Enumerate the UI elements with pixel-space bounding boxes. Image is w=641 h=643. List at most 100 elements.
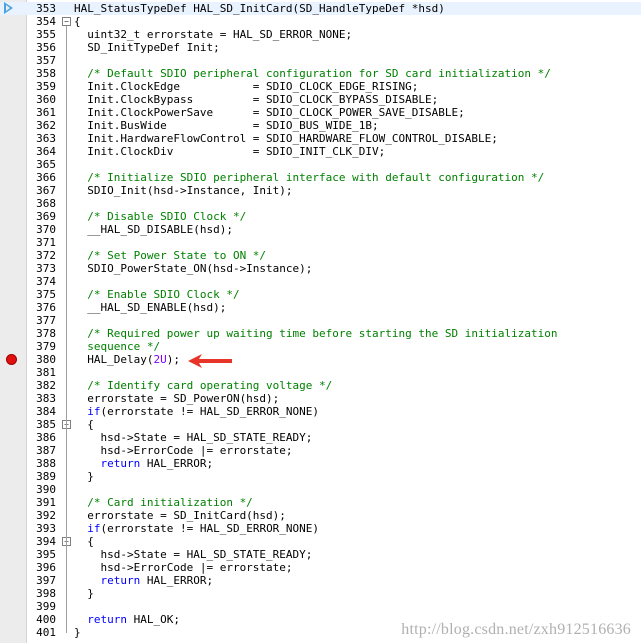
- watermark: http://blog.csdn.net/zxh912516636: [401, 621, 631, 638]
- code-text: Init.ClockBypass = SDIO_CLOCK_BYPASS_DIS…: [74, 93, 438, 106]
- code-line[interactable]: 370 __HAL_SD_DISABLE(hsd);: [0, 223, 641, 236]
- code-token-plain: Init.ClockBypass = SDIO_CLOCK_BYPASS_DIS…: [74, 93, 439, 106]
- fold-guide-line: [66, 26, 67, 633]
- code-line[interactable]: 390: [0, 483, 641, 496]
- code-line[interactable]: 386 hsd->State = HAL_SD_STATE_READY;: [0, 431, 641, 444]
- code-line[interactable]: 363 Init.HardwareFlowControl = SDIO_HARD…: [0, 132, 641, 145]
- code-text: hsd->ErrorCode |= errorstate;: [74, 444, 292, 457]
- code-line[interactable]: 392 errorstate = SD_InitCard(hsd);: [0, 509, 641, 522]
- code-line[interactable]: 375 /* Enable SDIO Clock */: [0, 288, 641, 301]
- code-token-plain: SDIO_Init(hsd->Instance, Init);: [74, 184, 293, 197]
- line-number: 397: [36, 574, 56, 587]
- line-number: 396: [36, 561, 56, 574]
- code-token-keyword: return: [87, 613, 127, 626]
- code-line[interactable]: 355 uint32_t errorstate = HAL_SD_ERROR_N…: [0, 28, 641, 41]
- breakpoint-icon[interactable]: [6, 354, 17, 365]
- code-line[interactable]: 362 Init.BusWide = SDIO_BUS_WIDE_1B;: [0, 119, 641, 132]
- code-token-plain: SDIO_PowerState_ON(hsd->Instance);: [74, 262, 313, 275]
- code-line[interactable]: 379 sequence */: [0, 340, 641, 353]
- code-line[interactable]: 382 /* Identify card operating voltage *…: [0, 379, 641, 392]
- line-number: 364: [36, 145, 56, 158]
- red-arrow-icon: [188, 354, 232, 368]
- code-line[interactable]: 364 Init.ClockDiv = SDIO_INIT_CLK_DIV;: [0, 145, 641, 158]
- code-line[interactable]: 377: [0, 314, 641, 327]
- line-number: 354: [36, 15, 56, 28]
- code-text: SD_InitTypeDef Init;: [74, 41, 219, 54]
- code-line[interactable]: 384 if(errorstate != HAL_SD_ERROR_NONE): [0, 405, 641, 418]
- code-text: Init.HardwareFlowControl = SDIO_HARDWARE…: [74, 132, 498, 145]
- code-token-plain: uint32_t errorstate = HAL_SD_ERROR_NONE;: [74, 28, 353, 41]
- code-line[interactable]: 354−{: [0, 15, 641, 28]
- code-line[interactable]: 372 /* Set Power State to ON */: [0, 249, 641, 262]
- code-token-plain: HAL_ERROR;: [140, 457, 214, 470]
- code-line[interactable]: 367 SDIO_Init(hsd->Instance, Init);: [0, 184, 641, 197]
- code-token-comment: /* Enable SDIO Clock */: [74, 288, 240, 301]
- line-number: 373: [36, 262, 56, 275]
- code-line[interactable]: 361 Init.ClockPowerSave = SDIO_CLOCK_POW…: [0, 106, 641, 119]
- code-line[interactable]: 366 /* Initialize SDIO peripheral interf…: [0, 171, 641, 184]
- code-line[interactable]: 396 hsd->ErrorCode |= errorstate;: [0, 561, 641, 574]
- line-number: 368: [36, 197, 56, 210]
- code-line[interactable]: 399: [0, 600, 641, 613]
- line-number: 362: [36, 119, 56, 132]
- code-text: if(errorstate != HAL_SD_ERROR_NONE): [74, 405, 319, 418]
- code-line[interactable]: 353 HAL_StatusTypeDef HAL_SD_InitCard(SD_…: [0, 2, 641, 15]
- code-line[interactable]: 383 errorstate = SD_PowerON(hsd);: [0, 392, 641, 405]
- code-token-comment: /* Required power up waiting time before…: [74, 327, 558, 340]
- code-token-number: 2U: [153, 353, 167, 366]
- code-line[interactable]: 397 return HAL_ERROR;: [0, 574, 641, 587]
- fold-toggle-icon[interactable]: −: [62, 17, 71, 26]
- code-line[interactable]: 365: [0, 158, 641, 171]
- code-editor[interactable]: 353 HAL_StatusTypeDef HAL_SD_InitCard(SD_…: [0, 0, 641, 643]
- code-line[interactable]: 376 __HAL_SD_ENABLE(hsd);: [0, 301, 641, 314]
- code-line[interactable]: 394− {: [0, 535, 641, 548]
- line-number: 372: [36, 249, 56, 262]
- code-token-comment: /* Disable SDIO Clock */: [74, 210, 247, 223]
- code-line[interactable]: 359 Init.ClockEdge = SDIO_CLOCK_EDGE_RIS…: [0, 80, 641, 93]
- code-line[interactable]: 357: [0, 54, 641, 67]
- code-token-plain: }: [74, 587, 94, 600]
- line-number: 359: [36, 80, 56, 93]
- code-line[interactable]: 381: [0, 366, 641, 379]
- code-token-plain: HAL_Delay(: [74, 353, 154, 366]
- line-number: 386: [36, 431, 56, 444]
- code-line[interactable]: 368: [0, 197, 641, 210]
- code-line[interactable]: 385− {: [0, 418, 641, 431]
- code-line[interactable]: 398 }: [0, 587, 641, 600]
- code-token-plain: Init.BusWide = SDIO_BUS_WIDE_1B;: [74, 119, 379, 132]
- code-line[interactable]: 371: [0, 236, 641, 249]
- code-token-keyword: if: [87, 522, 101, 535]
- code-line[interactable]: 380 HAL_Delay(2U);: [0, 353, 641, 366]
- line-number: 369: [36, 210, 56, 223]
- code-line[interactable]: 374: [0, 275, 641, 288]
- code-line[interactable]: 388 return HAL_ERROR;: [0, 457, 641, 470]
- code-line[interactable]: 391 /* Card initialization */: [0, 496, 641, 509]
- code-text: hsd->State = HAL_SD_STATE_READY;: [74, 548, 312, 561]
- code-line[interactable]: 369 /* Disable SDIO Clock */: [0, 210, 641, 223]
- code-line[interactable]: 378 /* Required power up waiting time be…: [0, 327, 641, 340]
- code-line[interactable]: 356 SD_InitTypeDef Init;: [0, 41, 641, 54]
- code-line[interactable]: 393 if(errorstate != HAL_SD_ERROR_NONE): [0, 522, 641, 535]
- code-token-comment: /* Default SDIO peripheral configuration…: [74, 67, 551, 80]
- code-line[interactable]: 373 SDIO_PowerState_ON(hsd->Instance);: [0, 262, 641, 275]
- code-text: }: [74, 587, 94, 600]
- code-text: {: [74, 15, 81, 28]
- code-text: errorstate = SD_PowerON(hsd);: [74, 392, 279, 405]
- code-text: HAL_StatusTypeDef HAL_SD_InitCard(SD_Han…: [74, 2, 445, 15]
- code-token-plain: hsd->ErrorCode |= errorstate;: [74, 561, 293, 574]
- code-line[interactable]: 395 hsd->State = HAL_SD_STATE_READY;: [0, 548, 641, 561]
- code-line[interactable]: 387 hsd->ErrorCode |= errorstate;: [0, 444, 641, 457]
- code-line[interactable]: 358 /* Default SDIO peripheral configura…: [0, 67, 641, 80]
- code-text: return HAL_ERROR;: [74, 457, 214, 470]
- line-number: 377: [36, 314, 56, 327]
- code-token-plain: HAL_StatusTypeDef HAL_SD_InitCard(SD_Han…: [74, 2, 445, 15]
- code-line[interactable]: 360 Init.ClockBypass = SDIO_CLOCK_BYPASS…: [0, 93, 641, 106]
- code-line[interactable]: 389 }: [0, 470, 641, 483]
- line-number: 382: [36, 379, 56, 392]
- code-text: sequence */: [74, 340, 160, 353]
- line-number: 356: [36, 41, 56, 54]
- code-text: SDIO_Init(hsd->Instance, Init);: [74, 184, 293, 197]
- line-number: 393: [36, 522, 56, 535]
